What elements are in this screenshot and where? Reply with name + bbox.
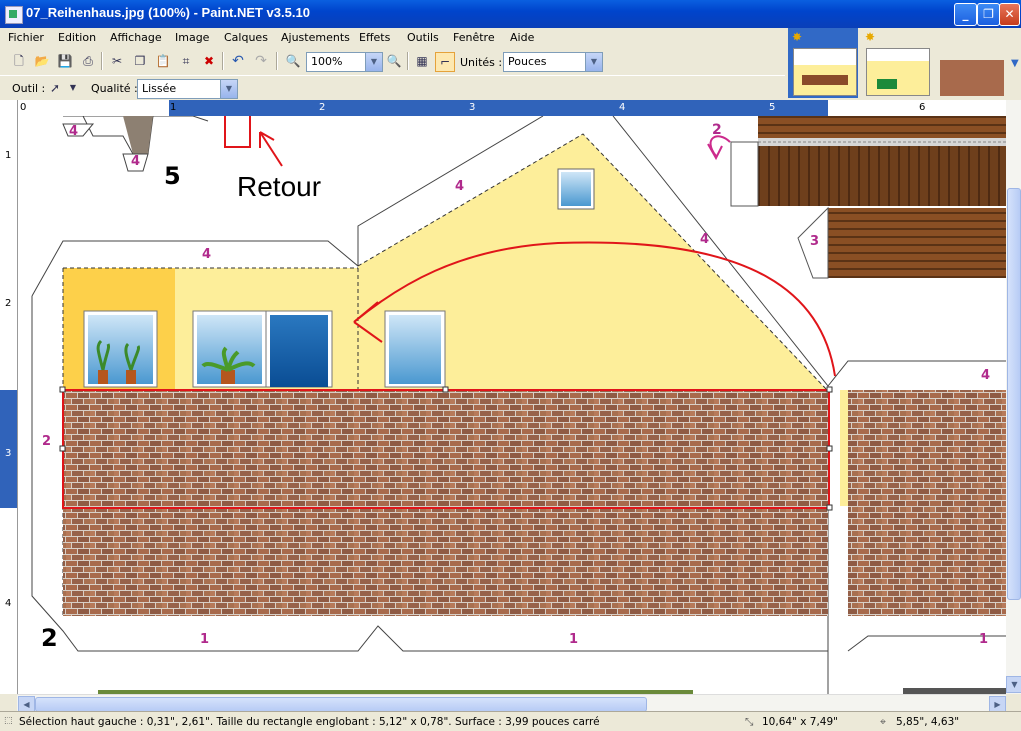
part-number-label: 2	[42, 434, 52, 449]
part-number-label: 3	[810, 234, 820, 249]
quality-select[interactable]: Lissée ▼	[137, 79, 238, 99]
ruler-label: 6	[919, 102, 926, 113]
image-canvas[interactable]: 4 4 5 Retour 2 4 4 4 3 4 2 2 1 1 1	[18, 116, 1006, 694]
app-icon[interactable]	[5, 6, 23, 24]
window-title: 07_Reihenhaus.jpg (100%) - Paint.NET v3.…	[26, 5, 310, 20]
ruler-label: 2	[319, 102, 326, 113]
part-number-label: 4	[981, 368, 991, 383]
thumbnail-image-3[interactable]	[935, 28, 1005, 98]
menu-effets[interactable]: Effets	[359, 31, 390, 44]
horizontal-scrollbar[interactable]: ◀ ▶	[17, 694, 1006, 713]
chevron-down-icon[interactable]: ▼	[1011, 58, 1019, 69]
move-selection-tool-icon[interactable]: ➚	[46, 79, 64, 97]
print-icon[interactable]: ⎙	[79, 52, 97, 70]
ruler-label: 4	[619, 102, 626, 113]
part-number-label: 4	[455, 179, 465, 194]
menu-ajustements[interactable]: Ajustements	[281, 31, 350, 44]
scroll-down-icon[interactable]: ▼	[1006, 676, 1021, 693]
maximize-button[interactable]: ❐	[977, 3, 1000, 26]
horizontal-scroll-thumb[interactable]	[35, 697, 647, 712]
vertical-scroll-thumb[interactable]	[1007, 188, 1021, 600]
cursor-position: 5,85", 4,63"	[896, 716, 960, 728]
redo-icon[interactable]: ↷	[252, 52, 270, 70]
cut-icon[interactable]: ✂	[108, 52, 126, 70]
part-number-label: 5	[164, 162, 181, 190]
image-size: 10,64" x 7,49"	[762, 716, 838, 728]
zoom-out-icon[interactable]: 🔍	[284, 52, 302, 70]
part-number-label: 2	[712, 122, 722, 138]
chevron-down-icon[interactable]: ▼	[64, 79, 82, 97]
tool-options-bar: Outil : ➚ ▼ Qualité : Lissée ▼	[0, 75, 785, 101]
part-number-label: 4	[131, 154, 141, 169]
units-label: Unités :	[460, 56, 503, 69]
paste-icon[interactable]: 📋	[154, 52, 172, 70]
chevron-down-icon[interactable]: ▼	[220, 80, 237, 98]
crop-icon[interactable]: ⌗	[177, 52, 195, 70]
selection-info: Sélection haut gauche : 0,31", 2,61". Ta…	[19, 716, 600, 728]
quality-value: Lissée	[142, 82, 177, 95]
menu-image[interactable]: Image	[175, 31, 209, 44]
new-image-icon[interactable]: 🗋	[10, 52, 28, 70]
title-bar: 07_Reihenhaus.jpg (100%) - Paint.NET v3.…	[0, 0, 1021, 28]
papercraft-image	[31, 116, 1006, 694]
main-toolbar: 🗋 📂 💾 ⎙ ✂ ❐ 📋 ⌗ ✖ ↶ ↷ 🔍 100% ▼ 🔍 ▦ ⌐ Uni…	[0, 48, 785, 75]
menu-affichage[interactable]: Affichage	[110, 31, 162, 44]
quality-label: Qualité :	[91, 82, 138, 95]
ruler-label: 1	[5, 150, 12, 161]
part-number-label: 1	[200, 632, 210, 647]
menu-outils[interactable]: Outils	[407, 31, 439, 44]
thumbnail-image-2[interactable]: ✸	[861, 28, 931, 98]
units-select[interactable]: Pouces ▼	[503, 52, 603, 72]
part-number-label: 2	[41, 624, 58, 652]
part-number-label: 1	[979, 632, 989, 647]
ruler-label: 2	[5, 298, 12, 309]
ruler-label: 4	[5, 598, 12, 609]
deselect-icon[interactable]: ✖	[200, 52, 218, 70]
part-number-label: 4	[202, 247, 212, 262]
horizontal-ruler: 0 1 2 3 4 5 6	[17, 100, 1006, 116]
ruler-label: 1	[170, 102, 177, 113]
vertical-ruler: 1 2 3 4	[0, 100, 18, 694]
star-icon: ✸	[792, 30, 803, 44]
ruler-label: 5	[769, 102, 776, 113]
menu-aide[interactable]: Aide	[510, 31, 534, 44]
chevron-down-icon[interactable]: ▼	[585, 53, 602, 71]
image-thumbnails: ✸ ✸ ▼	[785, 28, 1021, 100]
close-button[interactable]: ✕	[999, 3, 1020, 26]
ruler-label: 3	[469, 102, 476, 113]
part-number-label: 4	[700, 232, 710, 247]
menu-fenetre[interactable]: Fenêtre	[453, 31, 495, 44]
menu-edition[interactable]: Edition	[58, 31, 96, 44]
vertical-scrollbar[interactable]: ▼	[1006, 100, 1021, 694]
zoom-in-icon[interactable]: 🔍	[385, 52, 403, 70]
menu-calques[interactable]: Calques	[224, 31, 268, 44]
rulers-toggle-icon[interactable]: ⌐	[435, 52, 455, 72]
part-number-label: 4	[69, 124, 79, 139]
zoom-select[interactable]: 100% ▼	[306, 52, 383, 72]
cursor-position-icon: ⌖	[880, 716, 886, 728]
star-icon: ✸	[865, 30, 876, 44]
minimize-button[interactable]: _	[954, 3, 977, 26]
units-value: Pouces	[508, 55, 547, 68]
menu-fichier[interactable]: Fichier	[8, 31, 44, 44]
ruler-label: 0	[20, 102, 27, 113]
tool-label: Outil :	[12, 82, 46, 95]
grid-icon[interactable]: ▦	[413, 52, 431, 70]
status-bar: ⬚ Sélection haut gauche : 0,31", 2,61". …	[0, 711, 1021, 731]
annotation-retour-label: Retour	[237, 171, 322, 202]
ruler-label: 3	[5, 448, 12, 459]
part-number-label: 1	[569, 632, 579, 647]
chevron-down-icon[interactable]: ▼	[365, 53, 382, 71]
image-size-icon: ⤡	[745, 716, 754, 728]
save-icon[interactable]: 💾	[56, 52, 74, 70]
undo-icon[interactable]: ↶	[229, 52, 247, 70]
zoom-value: 100%	[311, 55, 343, 68]
selection-icon: ⬚	[4, 716, 13, 726]
thumbnail-image-1[interactable]: ✸	[788, 28, 858, 98]
copy-icon[interactable]: ❐	[131, 52, 149, 70]
menu-bar: Fichier Edition Affichage Image Calques …	[0, 28, 785, 48]
open-folder-icon[interactable]: 📂	[33, 52, 51, 70]
